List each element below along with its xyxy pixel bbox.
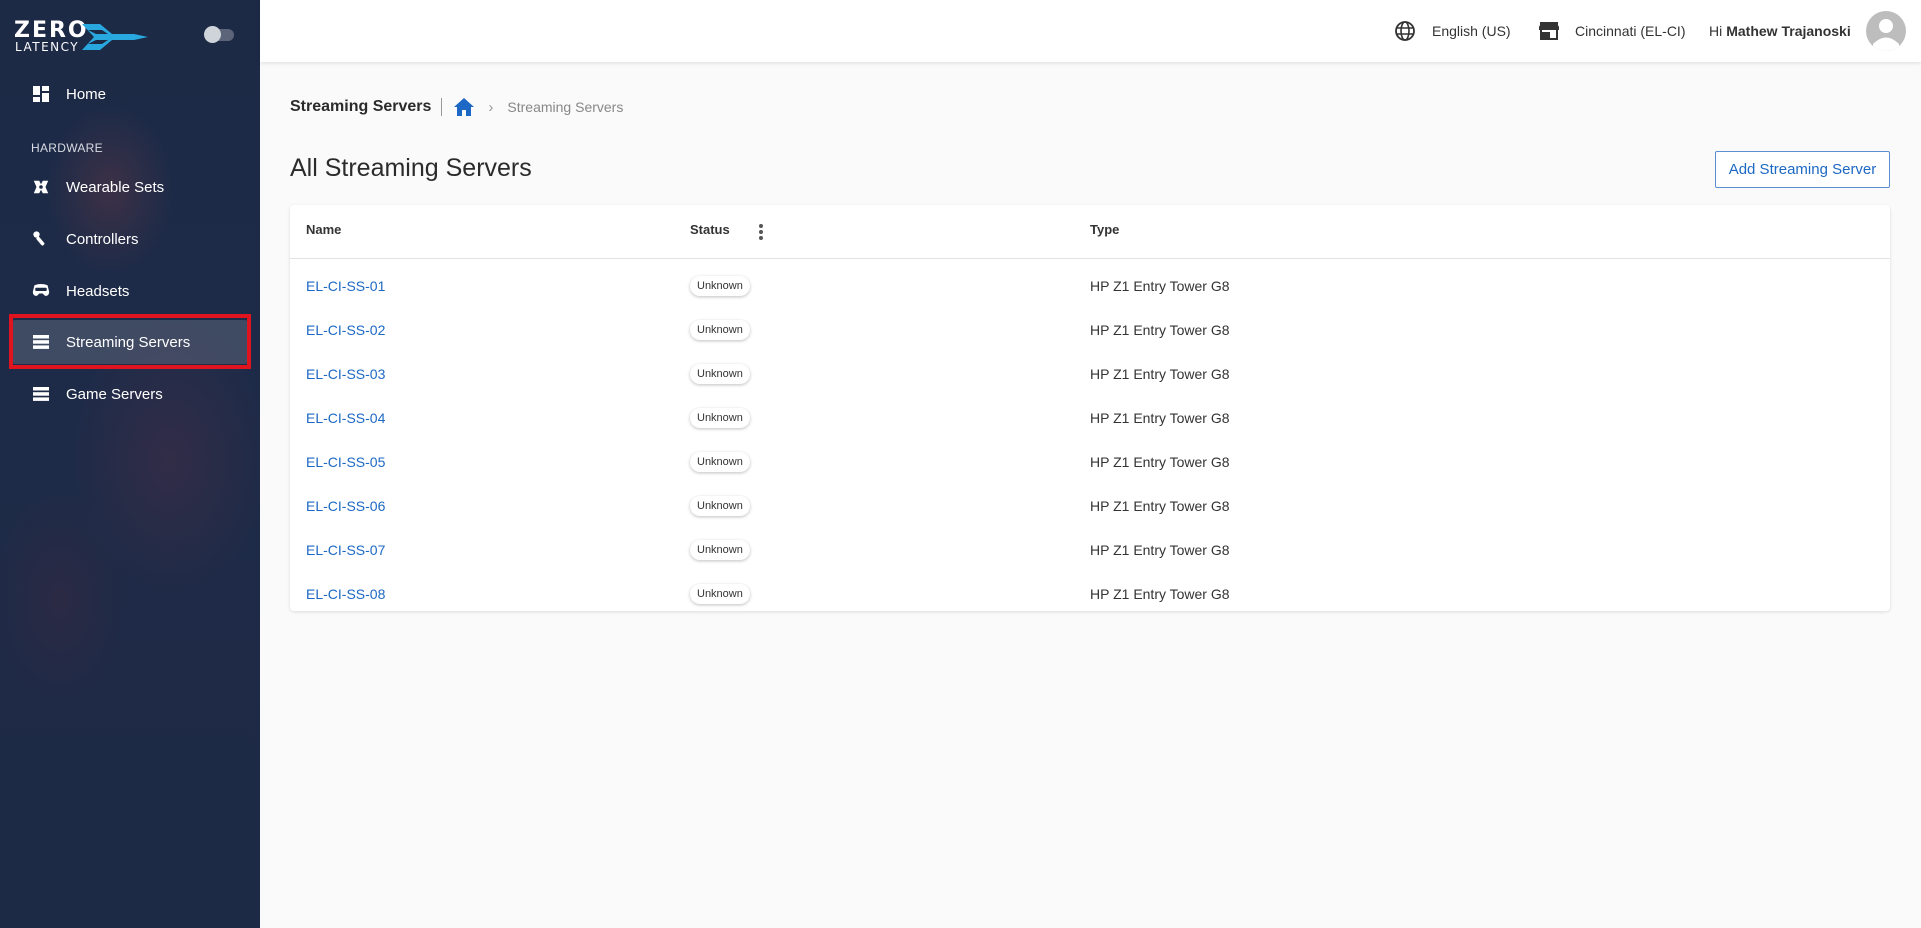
sidebar-item-streaming-servers[interactable]: Streaming Servers (12, 320, 248, 364)
breadcrumb-section-title: Streaming Servers (290, 98, 432, 115)
location-label: Cincinnati (EL-CI) (1575, 23, 1686, 39)
server-name-link[interactable]: EL-CI-SS-04 (306, 410, 385, 426)
table-row[interactable]: EL-CI-SS-05 Unknown HP Z1 Entry Tower G8 (290, 440, 1890, 484)
sidebar-background-art (0, 40, 260, 700)
server-type: HP Z1 Entry Tower G8 (1090, 322, 1230, 338)
zero-latency-logo[interactable]: ZERO LATENCY (14, 18, 148, 56)
user-greeting: Hi Mathew Trajanoski (1709, 18, 1851, 44)
sidebar-item-controllers[interactable]: Controllers (12, 217, 248, 261)
server-type: HP Z1 Entry Tower G8 (1090, 366, 1230, 382)
globe-icon (1394, 20, 1416, 42)
server-type: HP Z1 Entry Tower G8 (1090, 278, 1230, 294)
theme-toggle[interactable] (204, 26, 234, 43)
server-name-link[interactable]: EL-CI-SS-05 (306, 454, 385, 470)
sidebar-item-label: Streaming Servers (66, 333, 191, 351)
sidebar-item-home[interactable]: Home (12, 72, 248, 116)
sidebar-item-label: Game Servers (66, 385, 163, 403)
sidebar-item-game-servers[interactable]: Game Servers (12, 372, 248, 416)
server-icon (32, 385, 50, 403)
server-name-link[interactable]: EL-CI-SS-02 (306, 322, 385, 338)
logo-plane-icon (82, 24, 148, 50)
sidebar-item-label: Controllers (66, 230, 139, 248)
server-type: HP Z1 Entry Tower G8 (1090, 498, 1230, 514)
sidebar-item-label: Home (66, 85, 107, 103)
greeting-prefix: Hi (1709, 23, 1723, 39)
store-icon (1539, 21, 1559, 41)
chevron-right-icon: › (488, 98, 494, 116)
column-menu-icon[interactable] (753, 222, 769, 242)
sidebar-item-label: Headsets (66, 282, 130, 300)
language-label: English (US) (1432, 23, 1511, 39)
table-row[interactable]: EL-CI-SS-02 Unknown HP Z1 Entry Tower G8 (290, 308, 1890, 352)
table-row[interactable]: EL-CI-SS-06 Unknown HP Z1 Entry Tower G8 (290, 484, 1890, 528)
avatar[interactable] (1866, 11, 1906, 51)
user-avatar-icon (1873, 19, 1899, 51)
wearable-icon (32, 178, 50, 196)
server-name-link[interactable]: EL-CI-SS-06 (306, 498, 385, 514)
column-header-status[interactable]: Status (690, 222, 730, 237)
breadcrumb-divider (441, 98, 443, 116)
theme-toggle-knob (204, 26, 221, 43)
server-icon (32, 333, 50, 351)
column-header-name[interactable]: Name (306, 222, 341, 237)
status-badge: Unknown (690, 584, 750, 604)
dashboard-icon (32, 85, 50, 103)
server-type: HP Z1 Entry Tower G8 (1090, 454, 1230, 470)
breadcrumb-current: Streaming Servers (507, 99, 624, 115)
status-badge: Unknown (690, 408, 750, 428)
column-header-type[interactable]: Type (1090, 222, 1119, 237)
table-header: Name Status Type (290, 205, 1890, 259)
user-name: Mathew Trajanoski (1726, 23, 1851, 39)
server-name-link[interactable]: EL-CI-SS-01 (306, 278, 385, 294)
status-badge: Unknown (690, 364, 750, 384)
server-name-link[interactable]: EL-CI-SS-08 (306, 586, 385, 602)
server-name-link[interactable]: EL-CI-SS-03 (306, 366, 385, 382)
streaming-servers-table: Name Status Type EL-CI-SS-01 Unknown HP Z1… (290, 205, 1890, 611)
sidebar: ZERO LATENCY Home HARDWARE Wearable Sets (0, 0, 260, 928)
table-row[interactable]: EL-CI-SS-07 Unknown HP Z1 Entry Tower G8 (290, 528, 1890, 572)
page-title: All Streaming Servers (290, 154, 532, 182)
logo-text-latency: LATENCY (15, 40, 80, 54)
location-selector[interactable]: Cincinnati (EL-CI) (1539, 18, 1685, 44)
breadcrumb: Streaming Servers › Streaming Servers (290, 95, 623, 119)
status-badge: Unknown (690, 452, 750, 472)
table-row[interactable]: EL-CI-SS-04 Unknown HP Z1 Entry Tower G8 (290, 396, 1890, 440)
sidebar-item-wearable-sets[interactable]: Wearable Sets (12, 165, 248, 209)
table-row[interactable]: EL-CI-SS-01 Unknown HP Z1 Entry Tower G8 (290, 264, 1890, 308)
nav-section-hardware: HARDWARE (31, 141, 103, 155)
language-selector[interactable]: English (US) (1394, 18, 1511, 44)
server-type: HP Z1 Entry Tower G8 (1090, 542, 1230, 558)
status-badge: Unknown (690, 276, 750, 296)
add-streaming-server-button[interactable]: Add Streaming Server (1715, 151, 1890, 188)
table-row[interactable]: EL-CI-SS-03 Unknown HP Z1 Entry Tower G8 (290, 352, 1890, 396)
server-type: HP Z1 Entry Tower G8 (1090, 410, 1230, 426)
controller-icon (32, 230, 50, 248)
sidebar-item-label: Wearable Sets (66, 178, 165, 196)
status-badge: Unknown (690, 540, 750, 560)
sidebar-item-headsets[interactable]: Headsets (12, 269, 248, 313)
server-type: HP Z1 Entry Tower G8 (1090, 586, 1230, 602)
status-badge: Unknown (690, 496, 750, 516)
status-badge: Unknown (690, 320, 750, 340)
server-name-link[interactable]: EL-CI-SS-07 (306, 542, 385, 558)
table-row[interactable]: EL-CI-SS-08 Unknown HP Z1 Entry Tower G8 (290, 572, 1890, 616)
home-icon[interactable] (454, 98, 475, 116)
headset-icon (32, 282, 50, 300)
top-bar: English (US) Cincinnati (EL-CI) Hi Mathe… (260, 0, 1921, 62)
